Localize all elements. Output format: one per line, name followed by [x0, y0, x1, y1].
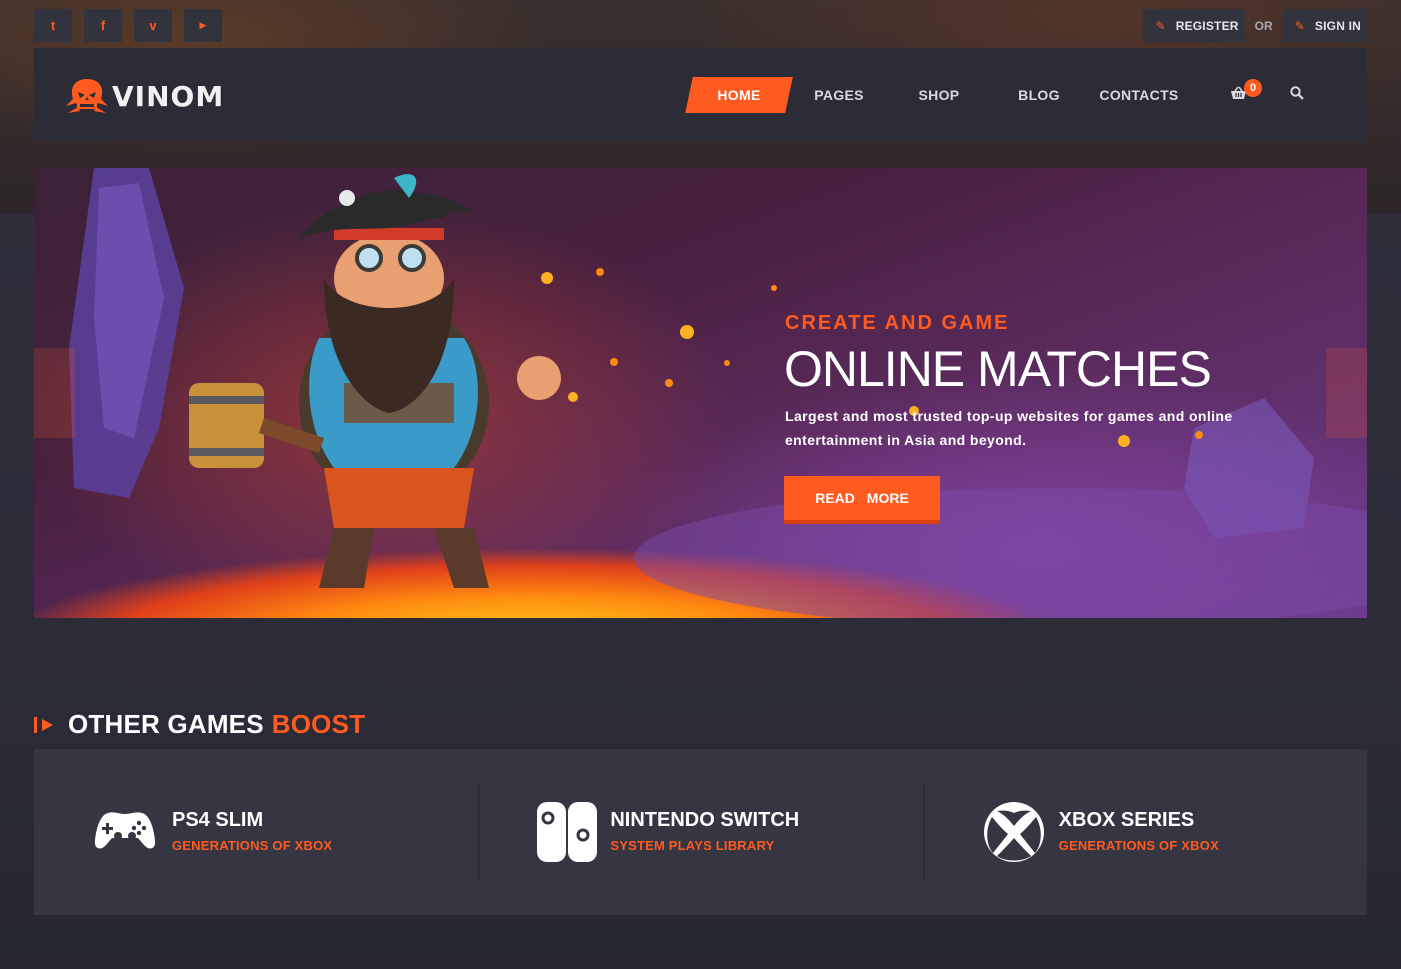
play-marker-icon: [34, 716, 53, 733]
gamepad-icon: [94, 812, 156, 849]
facebook-icon: f: [100, 18, 106, 33]
section-title: OTHER GAMES BOOST: [34, 709, 365, 740]
nav-pages[interactable]: PAGES: [789, 77, 889, 113]
hero-title: ONLINE MATCHES: [784, 341, 1212, 397]
edit-icon: ✎: [1155, 18, 1166, 33]
nav-blog[interactable]: BLOG: [989, 77, 1089, 113]
main-nav: HOME PAGES SHOP BLOG CONTACTS: [689, 77, 1189, 113]
vimeo-icon: v: [149, 18, 157, 33]
cart-count-badge: 0: [1244, 79, 1262, 97]
twitter-icon: t: [50, 18, 56, 33]
signin-label: SIGN IN: [1314, 18, 1361, 33]
platform-card-nintendo[interactable]: NINTENDO SWITCH SYSTEM PLAYS LIBRARY: [478, 749, 922, 915]
section-title-main: OTHER GAMES: [68, 709, 264, 739]
slider-prev-button[interactable]: [34, 348, 75, 438]
hero-slider: CREATE AND GAME ONLINE MATCHES Largest a…: [34, 168, 1367, 618]
signin-button[interactable]: ✎ SIGN IN: [1282, 9, 1367, 42]
vimeo-link[interactable]: v: [134, 9, 172, 42]
search-icon[interactable]: [1290, 86, 1304, 100]
platform-list: PS4 SLIM GENERATIONS OF XBOX NINTENDO SW…: [34, 749, 1367, 915]
hero-subtitle: CREATE AND GAME: [785, 312, 1010, 334]
auth-bar: ✎ REGISTER OR ✎ SIGN IN: [1143, 9, 1367, 42]
social-links: t f v ▶: [34, 9, 232, 42]
section-title-accent: BOOST: [271, 709, 366, 739]
nav-home[interactable]: HOME: [689, 77, 789, 113]
nav-shop[interactable]: SHOP: [889, 77, 989, 113]
register-label: REGISTER: [1175, 18, 1239, 33]
skull-logo-icon: [66, 79, 108, 113]
logo[interactable]: VINOM: [64, 76, 224, 116]
platform-subtitle: SYSTEM PLAYS LIBRARY: [610, 838, 775, 853]
slider-next-button[interactable]: [1326, 348, 1367, 438]
xbox-icon: [983, 802, 1044, 862]
platform-card-ps4[interactable]: PS4 SLIM GENERATIONS OF XBOX: [34, 749, 478, 915]
platform-name: PS4 SLIM: [172, 809, 264, 831]
platform-subtitle: GENERATIONS OF XBOX: [1058, 838, 1219, 853]
register-button[interactable]: ✎ REGISTER: [1143, 9, 1245, 42]
edit-icon: ✎: [1294, 18, 1305, 33]
facebook-link[interactable]: f: [84, 9, 122, 42]
main-header: VINOM HOME PAGES SHOP BLOG CONTACTS 0: [34, 48, 1367, 141]
brand-name: VINOM: [112, 79, 225, 113]
youtube-link[interactable]: ▶: [184, 9, 222, 42]
auth-or-text: OR: [1254, 18, 1273, 33]
nintendo-switch-icon: [537, 802, 598, 862]
nav-contacts[interactable]: CONTACTS: [1089, 77, 1189, 113]
platform-name: NINTENDO SWITCH: [610, 809, 800, 831]
platform-subtitle: GENERATIONS OF XBOX: [172, 838, 333, 853]
platform-name: XBOX SERIES: [1058, 809, 1195, 831]
platform-card-xbox[interactable]: XBOX SERIES GENERATIONS OF XBOX: [922, 749, 1367, 915]
youtube-icon: ▶: [199, 20, 207, 30]
twitter-link[interactable]: t: [34, 9, 72, 42]
hero-description: Largest and most trusted top-up websites…: [785, 408, 1233, 448]
read-more-button[interactable]: READ MORE: [784, 476, 940, 524]
